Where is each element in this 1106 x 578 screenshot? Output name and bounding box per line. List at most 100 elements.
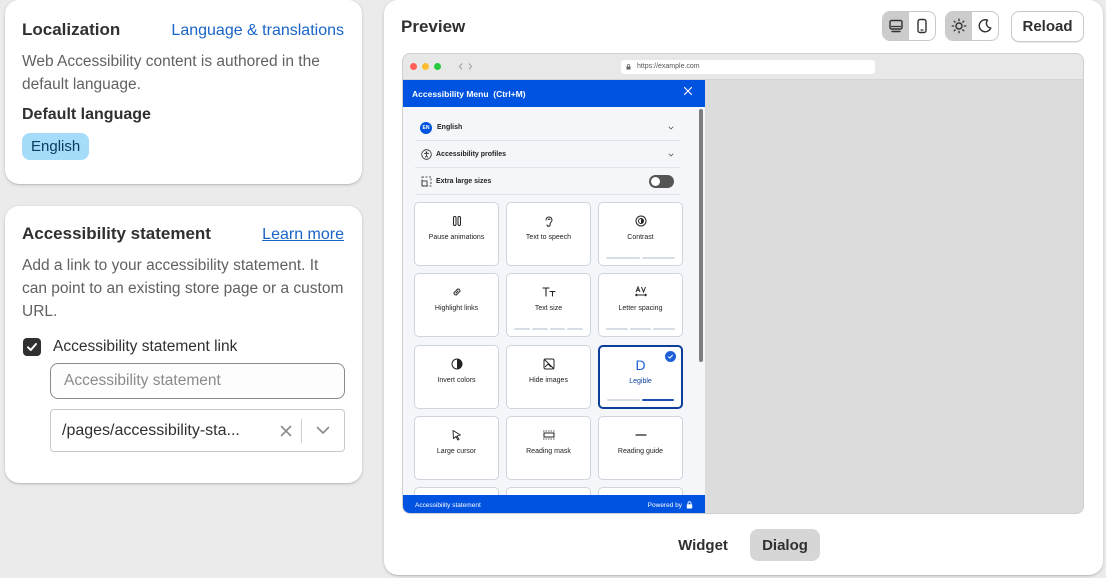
tile-large-cursor[interactable]: Large cursor bbox=[414, 416, 499, 480]
hide-image-icon bbox=[543, 358, 554, 370]
lock-icon bbox=[626, 64, 631, 70]
tile-label: Invert colors bbox=[437, 377, 476, 384]
statement-checkbox-row[interactable]: Accessibility statement link bbox=[22, 338, 344, 356]
tile-label: Pause animations bbox=[428, 234, 485, 241]
menu-body: EN English Accessibility profiles Extra … bbox=[403, 107, 698, 495]
tile-label: Large cursor bbox=[436, 448, 477, 455]
tile-contrast[interactable]: Contrast bbox=[598, 202, 683, 266]
tile-label: Highlight links bbox=[434, 305, 479, 312]
statement-title-input[interactable] bbox=[50, 363, 345, 399]
maximize-dot bbox=[434, 63, 441, 70]
tile-hide-images[interactable]: Hide images bbox=[506, 345, 591, 409]
tile-label: Contrast bbox=[627, 234, 654, 241]
profiles-label: Accessibility profiles bbox=[436, 151, 507, 158]
tile-label: Letter spacing bbox=[618, 305, 663, 312]
tile-label: Text size bbox=[534, 305, 563, 312]
contrast-icon bbox=[635, 215, 646, 227]
letter-spacing-icon bbox=[634, 286, 647, 297]
localization-description: Web Accessibility content is authored in… bbox=[22, 53, 320, 93]
sun-icon[interactable] bbox=[946, 12, 972, 40]
mobile-icon[interactable] bbox=[909, 12, 935, 40]
close-icon[interactable] bbox=[683, 86, 693, 96]
widget-view-button[interactable]: Widget bbox=[667, 529, 739, 561]
clear-icon[interactable] bbox=[271, 425, 301, 437]
minimize-dot bbox=[422, 63, 429, 70]
statement-url-combobox[interactable]: /pages/accessibility-sta... bbox=[50, 409, 345, 452]
device-toggle bbox=[882, 11, 936, 41]
tile-legible[interactable]: D Legible bbox=[598, 345, 683, 409]
language-select-label: English bbox=[437, 124, 463, 131]
tile-pause-animations[interactable]: Pause animations bbox=[414, 202, 499, 266]
ear-icon bbox=[545, 216, 553, 227]
desktop-icon[interactable] bbox=[883, 12, 909, 40]
tile-label: Text to speech bbox=[525, 234, 572, 241]
footer-statement-link[interactable]: Accessibility statement bbox=[415, 502, 481, 509]
profiles-select[interactable]: Accessibility profiles bbox=[415, 142, 680, 168]
extra-large-toggle[interactable] bbox=[649, 175, 674, 188]
reading-mask-icon bbox=[542, 430, 555, 440]
accessibility-person-icon bbox=[421, 149, 432, 160]
default-language-label: Default language bbox=[22, 106, 151, 123]
browser-url-text: https://example.com bbox=[637, 63, 700, 70]
invert-icon bbox=[451, 358, 462, 370]
selected-check-icon bbox=[665, 351, 676, 362]
statement-checkbox[interactable] bbox=[23, 338, 41, 356]
legible-glyph-icon: D bbox=[635, 357, 646, 373]
chevron-down-icon bbox=[668, 153, 674, 156]
tile-label: Legible bbox=[629, 378, 652, 385]
language-select[interactable]: EN English bbox=[415, 115, 680, 141]
tile-label: Reading guide bbox=[617, 448, 664, 455]
tile-reading-guide[interactable]: Reading guide bbox=[598, 416, 683, 480]
extra-large-label: Extra large sizes bbox=[436, 178, 492, 185]
tile-label: Reading mask bbox=[526, 448, 571, 455]
chevron-down-icon[interactable] bbox=[302, 426, 344, 435]
pause-icon bbox=[452, 216, 461, 226]
level-bars bbox=[606, 328, 676, 330]
reading-guide-icon bbox=[634, 434, 647, 436]
menu-title: Accessibility Menu (Ctrl+M) bbox=[412, 88, 526, 99]
tile-letter-spacing[interactable]: Letter spacing bbox=[598, 273, 683, 337]
close-dot bbox=[410, 63, 417, 70]
tile-text-to-speech[interactable]: Text to speech bbox=[506, 202, 591, 266]
learn-more-link[interactable]: Learn more bbox=[262, 226, 344, 244]
menu-header: Accessibility Menu (Ctrl+M) bbox=[403, 80, 705, 107]
browser-toolbar: https://example.com bbox=[403, 54, 1083, 80]
accessibility-statement-card: Accessibility statement Learn more Add a… bbox=[5, 206, 362, 483]
cursor-icon bbox=[452, 430, 461, 441]
tile-text-size[interactable]: Text size bbox=[506, 273, 591, 337]
text-size-icon bbox=[541, 287, 556, 297]
footer-powered-by: Powered by bbox=[648, 501, 693, 509]
extra-large-sizes-row[interactable]: Extra large sizes bbox=[415, 169, 680, 195]
accessibility-menu: Accessibility Menu (Ctrl+M) EN English A… bbox=[403, 80, 705, 513]
preview-browser-frame: https://example.com Accessibility Menu (… bbox=[402, 53, 1084, 514]
tile-reading-mask[interactable]: Reading mask bbox=[506, 416, 591, 480]
reload-button[interactable]: Reload bbox=[1011, 11, 1084, 42]
lock-icon bbox=[686, 501, 693, 509]
preview-card: Preview Reload https://example.com Acces… bbox=[384, 0, 1103, 575]
browser-url-bar: https://example.com bbox=[621, 60, 875, 74]
statement-description: Add a link to your accessibility stateme… bbox=[22, 257, 344, 320]
level-bars bbox=[607, 399, 674, 401]
localization-title: Localization bbox=[22, 20, 121, 39]
theme-toggle bbox=[945, 11, 999, 41]
language-translations-link[interactable]: Language & translations bbox=[171, 22, 344, 40]
powered-by-text: Powered by bbox=[647, 501, 682, 509]
moon-icon[interactable] bbox=[972, 12, 998, 40]
tile-invert-colors[interactable]: Invert colors bbox=[414, 345, 499, 409]
expand-icon bbox=[421, 176, 432, 187]
tile-partial[interactable] bbox=[506, 487, 591, 495]
language-badge: English bbox=[22, 133, 90, 160]
tile-label: Hide images bbox=[529, 377, 568, 384]
menu-scrollbar[interactable] bbox=[699, 109, 703, 362]
language-code-badge: EN bbox=[420, 121, 432, 134]
tile-partial[interactable] bbox=[598, 487, 683, 495]
level-bars bbox=[606, 257, 675, 259]
dialog-view-button[interactable]: Dialog bbox=[750, 529, 820, 561]
nav-arrows-icon bbox=[458, 63, 473, 70]
statement-url-value[interactable]: /pages/accessibility-sta... bbox=[62, 422, 271, 440]
tile-partial[interactable] bbox=[414, 487, 499, 495]
chevron-down-icon bbox=[668, 126, 674, 129]
statement-title: Accessibility statement bbox=[22, 224, 211, 243]
menu-footer: Accessibility statement Powered by bbox=[403, 495, 705, 513]
tile-highlight-links[interactable]: Highlight links bbox=[414, 273, 499, 337]
